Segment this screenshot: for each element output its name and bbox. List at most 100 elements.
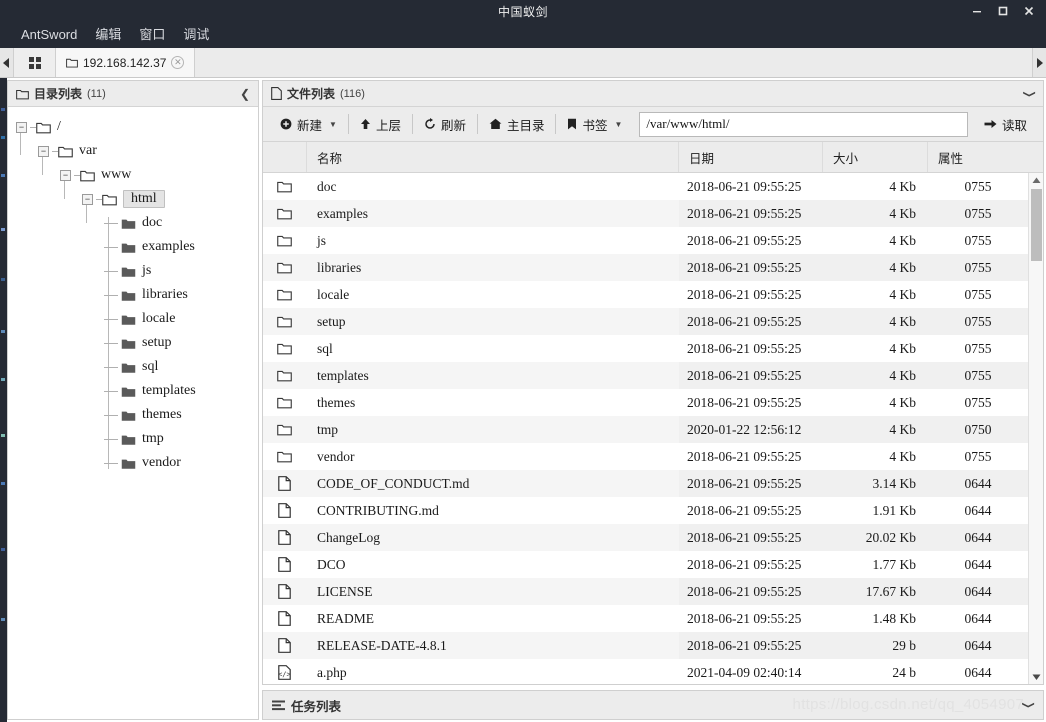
table-row[interactable]: CODE_OF_CONDUCT.md 2018-06-21 09:55:25 3.1… xyxy=(263,470,1028,497)
file-name-cell[interactable]: js xyxy=(307,227,679,254)
tree-node-themes[interactable]: themes xyxy=(16,403,258,427)
home-icon xyxy=(489,118,502,130)
file-name-cell[interactable]: LICENSE xyxy=(307,578,679,605)
tree-node-[interactable]: − / xyxy=(16,115,258,139)
file-name-cell[interactable]: sql xyxy=(307,335,679,362)
home-button[interactable]: 主目录 xyxy=(478,111,556,137)
table-row[interactable]: LICENSE 2018-06-21 09:55:25 17.67 Kb 0644 xyxy=(263,578,1028,605)
file-date-cell: 2018-06-21 09:55:25 xyxy=(679,200,823,227)
file-name-cell[interactable]: tmp xyxy=(307,416,679,443)
column-header-name[interactable]: 名称 xyxy=(307,142,679,172)
tab-192-168-142-37[interactable]: 192.168.142.37 ✕ xyxy=(56,48,196,77)
new-button[interactable]: 新建 ▼ xyxy=(269,111,348,137)
folder-icon xyxy=(121,337,136,350)
file-name-cell[interactable]: examples xyxy=(307,200,679,227)
file-date-cell: 2020-01-22 12:56:12 xyxy=(679,416,823,443)
column-header-date[interactable]: 日期 xyxy=(679,142,823,172)
tree-node-var[interactable]: − var xyxy=(16,139,258,163)
tree-node-sql[interactable]: sql xyxy=(16,355,258,379)
table-row[interactable]: templates 2018-06-21 09:55:25 4 Kb 0755 xyxy=(263,362,1028,389)
scroll-up-icon[interactable] xyxy=(1032,173,1041,187)
file-list-scrollbar[interactable] xyxy=(1028,173,1043,684)
tree-node-locale[interactable]: locale xyxy=(16,307,258,331)
file-name-cell[interactable]: CONTRIBUTING.md xyxy=(307,497,679,524)
close-icon[interactable] xyxy=(1016,0,1042,22)
refresh-button[interactable]: 刷新 xyxy=(413,111,477,137)
tab-scroll-right-button[interactable] xyxy=(1032,48,1046,77)
table-row[interactable]: vendor 2018-06-21 09:55:25 4 Kb 0755 xyxy=(263,443,1028,470)
table-row[interactable]: ChangeLog 2018-06-21 09:55:25 20.02 Kb 0644 xyxy=(263,524,1028,551)
read-button[interactable]: 读取 xyxy=(974,115,1037,134)
tree-toggle-icon[interactable]: − xyxy=(82,193,93,205)
file-name-cell[interactable]: RELEASE-DATE-4.8.1 xyxy=(307,632,679,659)
up-button[interactable]: 上层 xyxy=(349,111,412,137)
maximize-icon[interactable] xyxy=(990,0,1016,22)
menu-item-window[interactable]: 窗口 xyxy=(130,24,174,46)
file-name-cell[interactable]: libraries xyxy=(307,254,679,281)
file-name-cell[interactable]: doc xyxy=(307,173,679,200)
file-attr-cell: 0750 xyxy=(928,416,1028,443)
file-name-cell[interactable]: vendor xyxy=(307,443,679,470)
tree-node-examples[interactable]: examples xyxy=(16,235,258,259)
window-titlebar: 中国蚁剑 xyxy=(0,0,1046,22)
table-row[interactable]: locale 2018-06-21 09:55:25 4 Kb 0755 xyxy=(263,281,1028,308)
menu-item-antsword[interactable]: AntSword xyxy=(12,24,86,46)
dashboard-grid-button[interactable] xyxy=(14,48,56,77)
tree-toggle-icon[interactable]: − xyxy=(38,145,49,157)
tree-node-setup[interactable]: setup xyxy=(16,331,258,355)
table-row[interactable]: examples 2018-06-21 09:55:25 4 Kb 0755 xyxy=(263,200,1028,227)
column-header-attr[interactable]: 属性 xyxy=(928,142,1028,172)
bookmark-button[interactable]: 书签 ▼ xyxy=(556,111,633,137)
table-row[interactable]: setup 2018-06-21 09:55:25 4 Kb 0755 xyxy=(263,308,1028,335)
file-name-cell[interactable]: DCO xyxy=(307,551,679,578)
file-name-cell[interactable]: themes xyxy=(307,389,679,416)
tree-node-templates[interactable]: templates xyxy=(16,379,258,403)
table-row[interactable]: CONTRIBUTING.md 2018-06-21 09:55:25 1.91 K… xyxy=(263,497,1028,524)
file-name-cell[interactable]: CODE_OF_CONDUCT.md xyxy=(307,470,679,497)
table-row[interactable]: sql 2018-06-21 09:55:25 4 Kb 0755 xyxy=(263,335,1028,362)
minimize-icon[interactable] xyxy=(964,0,990,22)
file-name-cell[interactable]: a.php xyxy=(307,659,679,684)
column-header-icon[interactable] xyxy=(263,142,307,172)
table-row[interactable]: RELEASE-DATE-4.8.1 2018-06-21 09:55:25 29 … xyxy=(263,632,1028,659)
tree-node-tmp[interactable]: tmp xyxy=(16,427,258,451)
directory-panel-collapse-icon[interactable]: ❮ xyxy=(240,88,250,100)
file-icon xyxy=(263,497,307,524)
tree-node-vendor[interactable]: vendor xyxy=(16,451,258,475)
tree-node-label: themes xyxy=(142,407,182,422)
tree-node-js[interactable]: js xyxy=(16,259,258,283)
tree-connector xyxy=(104,414,118,416)
tree-node-label: examples xyxy=(142,239,195,254)
file-name-cell[interactable]: locale xyxy=(307,281,679,308)
column-header-size[interactable]: 大小 xyxy=(823,142,928,172)
tree-toggle-icon[interactable]: − xyxy=(16,121,27,133)
file-panel-collapse-icon[interactable]: ❭ xyxy=(1023,88,1037,98)
table-row[interactable]: README 2018-06-21 09:55:25 1.48 Kb 0644 xyxy=(263,605,1028,632)
tree-node-www[interactable]: − www xyxy=(16,163,258,187)
table-row[interactable]: libraries 2018-06-21 09:55:25 4 Kb 0755 xyxy=(263,254,1028,281)
table-row[interactable]: js 2018-06-21 09:55:25 4 Kb 0755 xyxy=(263,227,1028,254)
tree-node-doc[interactable]: doc xyxy=(16,211,258,235)
tree-node-html[interactable]: − html xyxy=(16,187,258,211)
table-row[interactable]: DCO 2018-06-21 09:55:25 1.77 Kb 0644 xyxy=(263,551,1028,578)
menu-item-debug[interactable]: 调试 xyxy=(174,24,218,46)
table-row[interactable]: tmp 2020-01-22 12:56:12 4 Kb 0750 xyxy=(263,416,1028,443)
tab-scroll-left-button[interactable] xyxy=(0,48,14,77)
file-name-cell[interactable]: templates xyxy=(307,362,679,389)
table-row[interactable]: </> a.php 2021-04-09 02:40:14 24 b 0644 xyxy=(263,659,1028,684)
table-row[interactable]: themes 2018-06-21 09:55:25 4 Kb 0755 xyxy=(263,389,1028,416)
file-name-cell[interactable]: setup xyxy=(307,308,679,335)
task-list-collapse-icon[interactable]: ❭ xyxy=(1022,700,1036,710)
scrollbar-track[interactable] xyxy=(1029,187,1043,670)
scroll-down-icon[interactable] xyxy=(1032,670,1041,684)
tree-toggle-icon[interactable]: − xyxy=(60,169,71,181)
file-name-cell[interactable]: ChangeLog xyxy=(307,524,679,551)
menu-item-edit[interactable]: 编辑 xyxy=(86,24,130,46)
tab-close-icon[interactable]: ✕ xyxy=(171,56,185,69)
tree-node-libraries[interactable]: libraries xyxy=(16,283,258,307)
scrollbar-thumb[interactable] xyxy=(1031,189,1042,261)
file-name-cell[interactable]: README xyxy=(307,605,679,632)
file-panel: 文件列表 (116) ❭ 新建 ▼ 上层 刷新 主目录 书签 ▼ /var/ww… xyxy=(262,80,1044,685)
path-input[interactable] xyxy=(639,111,968,137)
table-row[interactable]: doc 2018-06-21 09:55:25 4 Kb 0755 xyxy=(263,173,1028,200)
